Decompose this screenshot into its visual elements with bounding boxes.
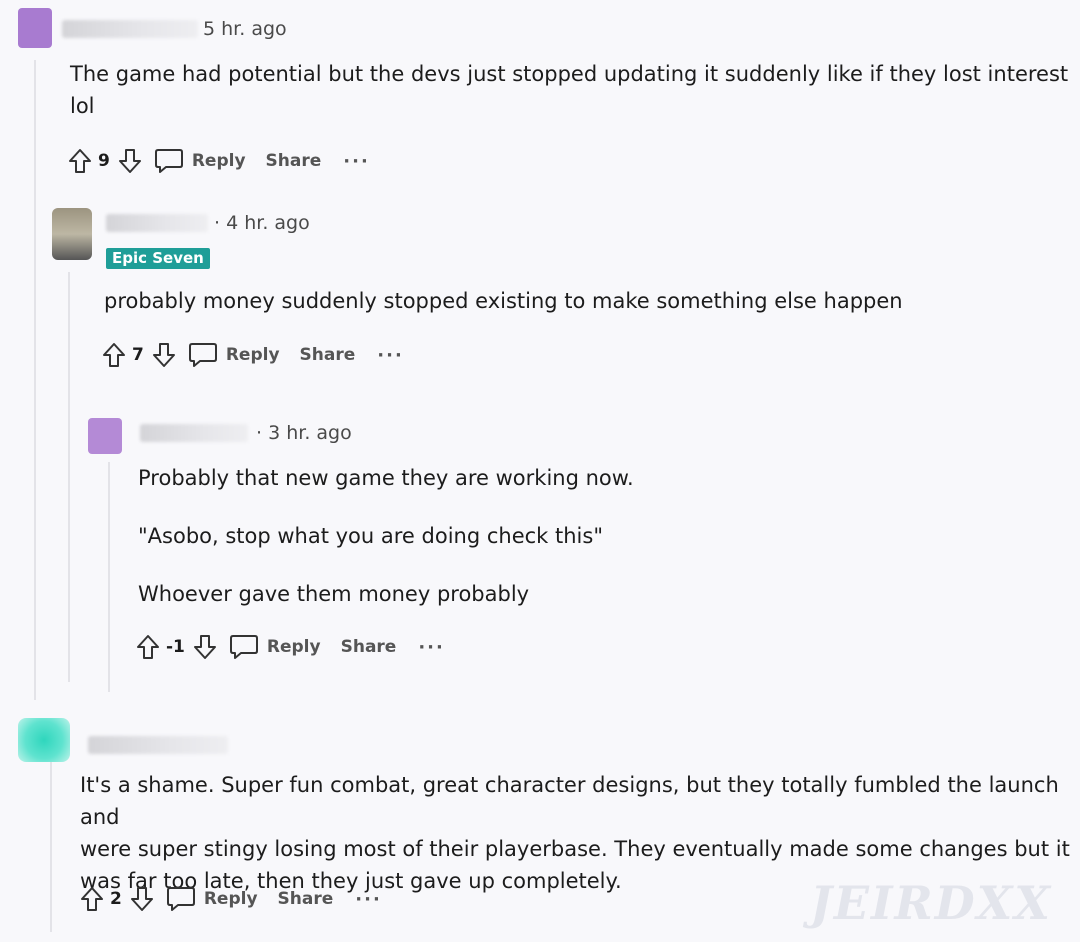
arrow-down-icon[interactable] <box>116 146 144 176</box>
comment-line: Whoever gave them money probably <box>138 582 530 606</box>
arrow-up-icon[interactable] <box>78 884 106 914</box>
share-button[interactable]: Share <box>300 345 356 365</box>
comment-line: "Asobo, stop what you are doing check th… <box>138 524 603 548</box>
reply-label: Reply <box>203 889 258 909</box>
speech-bubble-icon <box>188 343 217 367</box>
avatar[interactable] <box>18 718 70 762</box>
arrow-down-icon[interactable] <box>150 340 178 370</box>
thread-line <box>68 272 70 682</box>
arrow-up-icon[interactable] <box>100 340 128 370</box>
comment-line: probably money suddenly stopped existing… <box>104 289 903 313</box>
comment-time: 5 hr. ago <box>203 18 287 40</box>
speech-bubble-icon <box>229 635 258 659</box>
reply-button[interactable]: Reply <box>188 341 280 369</box>
comment-actions: 2 Reply Share ··· <box>78 882 382 916</box>
reply-label: Reply <box>225 345 280 365</box>
reply-button[interactable]: Reply <box>166 885 258 913</box>
comment-time: · 4 hr. ago <box>214 212 310 234</box>
speech-bubble-icon <box>166 887 195 911</box>
reply-button[interactable]: Reply <box>229 633 321 661</box>
ellipsis-icon[interactable]: ··· <box>343 151 370 172</box>
arrow-down-icon[interactable] <box>191 632 219 662</box>
reply-button[interactable]: Reply <box>154 147 246 175</box>
vote-score: -1 <box>166 637 185 657</box>
speech-bubble-icon <box>154 149 183 173</box>
comment-actions: 9 Reply Share ··· <box>66 144 370 178</box>
comment-line: It's a shame. Super fun combat, great ch… <box>80 773 1059 829</box>
username-blurred[interactable] <box>62 20 198 38</box>
arrow-up-icon[interactable] <box>66 146 94 176</box>
comment-line: The game had potential but the devs just… <box>70 62 1069 86</box>
vote-score: 9 <box>98 151 110 171</box>
watermark-logo: JEIRDXX <box>810 876 1052 930</box>
comment-actions: 7 Reply Share ··· <box>100 338 404 372</box>
comment-line: Probably that new game they are working … <box>138 466 634 490</box>
arrow-down-icon[interactable] <box>128 884 156 914</box>
username-blurred[interactable] <box>140 424 248 442</box>
comment-actions: -1 Reply Share ··· <box>134 630 445 664</box>
vote-score: 2 <box>110 889 122 909</box>
reply-label: Reply <box>191 151 246 171</box>
ellipsis-icon[interactable]: ··· <box>377 345 404 366</box>
comment-body: Probably that new game they are working … <box>138 462 1038 610</box>
arrow-up-icon[interactable] <box>134 632 162 662</box>
comment-time: · 3 hr. ago <box>256 422 352 444</box>
comment-line: were super stingy losing most of their p… <box>80 837 1070 861</box>
share-button[interactable]: Share <box>266 151 322 171</box>
share-button[interactable]: Share <box>341 637 397 657</box>
avatar[interactable] <box>88 418 122 454</box>
user-flair: Epic Seven <box>106 248 210 269</box>
share-button[interactable]: Share <box>278 889 334 909</box>
avatar[interactable] <box>52 208 92 260</box>
thread-line <box>108 462 110 692</box>
reply-label: Reply <box>266 637 321 657</box>
thread-line <box>50 762 52 932</box>
comment-body: The game had potential but the devs just… <box>70 58 1075 122</box>
vote-score: 7 <box>132 345 144 365</box>
ellipsis-icon[interactable]: ··· <box>418 637 445 658</box>
comment-body: probably money suddenly stopped existing… <box>104 285 1054 317</box>
avatar[interactable] <box>18 8 52 48</box>
ellipsis-icon[interactable]: ··· <box>355 889 382 910</box>
username-blurred[interactable] <box>106 214 208 232</box>
comment-line: lol <box>70 94 95 118</box>
thread-line <box>34 60 36 700</box>
username-blurred[interactable] <box>88 736 228 754</box>
